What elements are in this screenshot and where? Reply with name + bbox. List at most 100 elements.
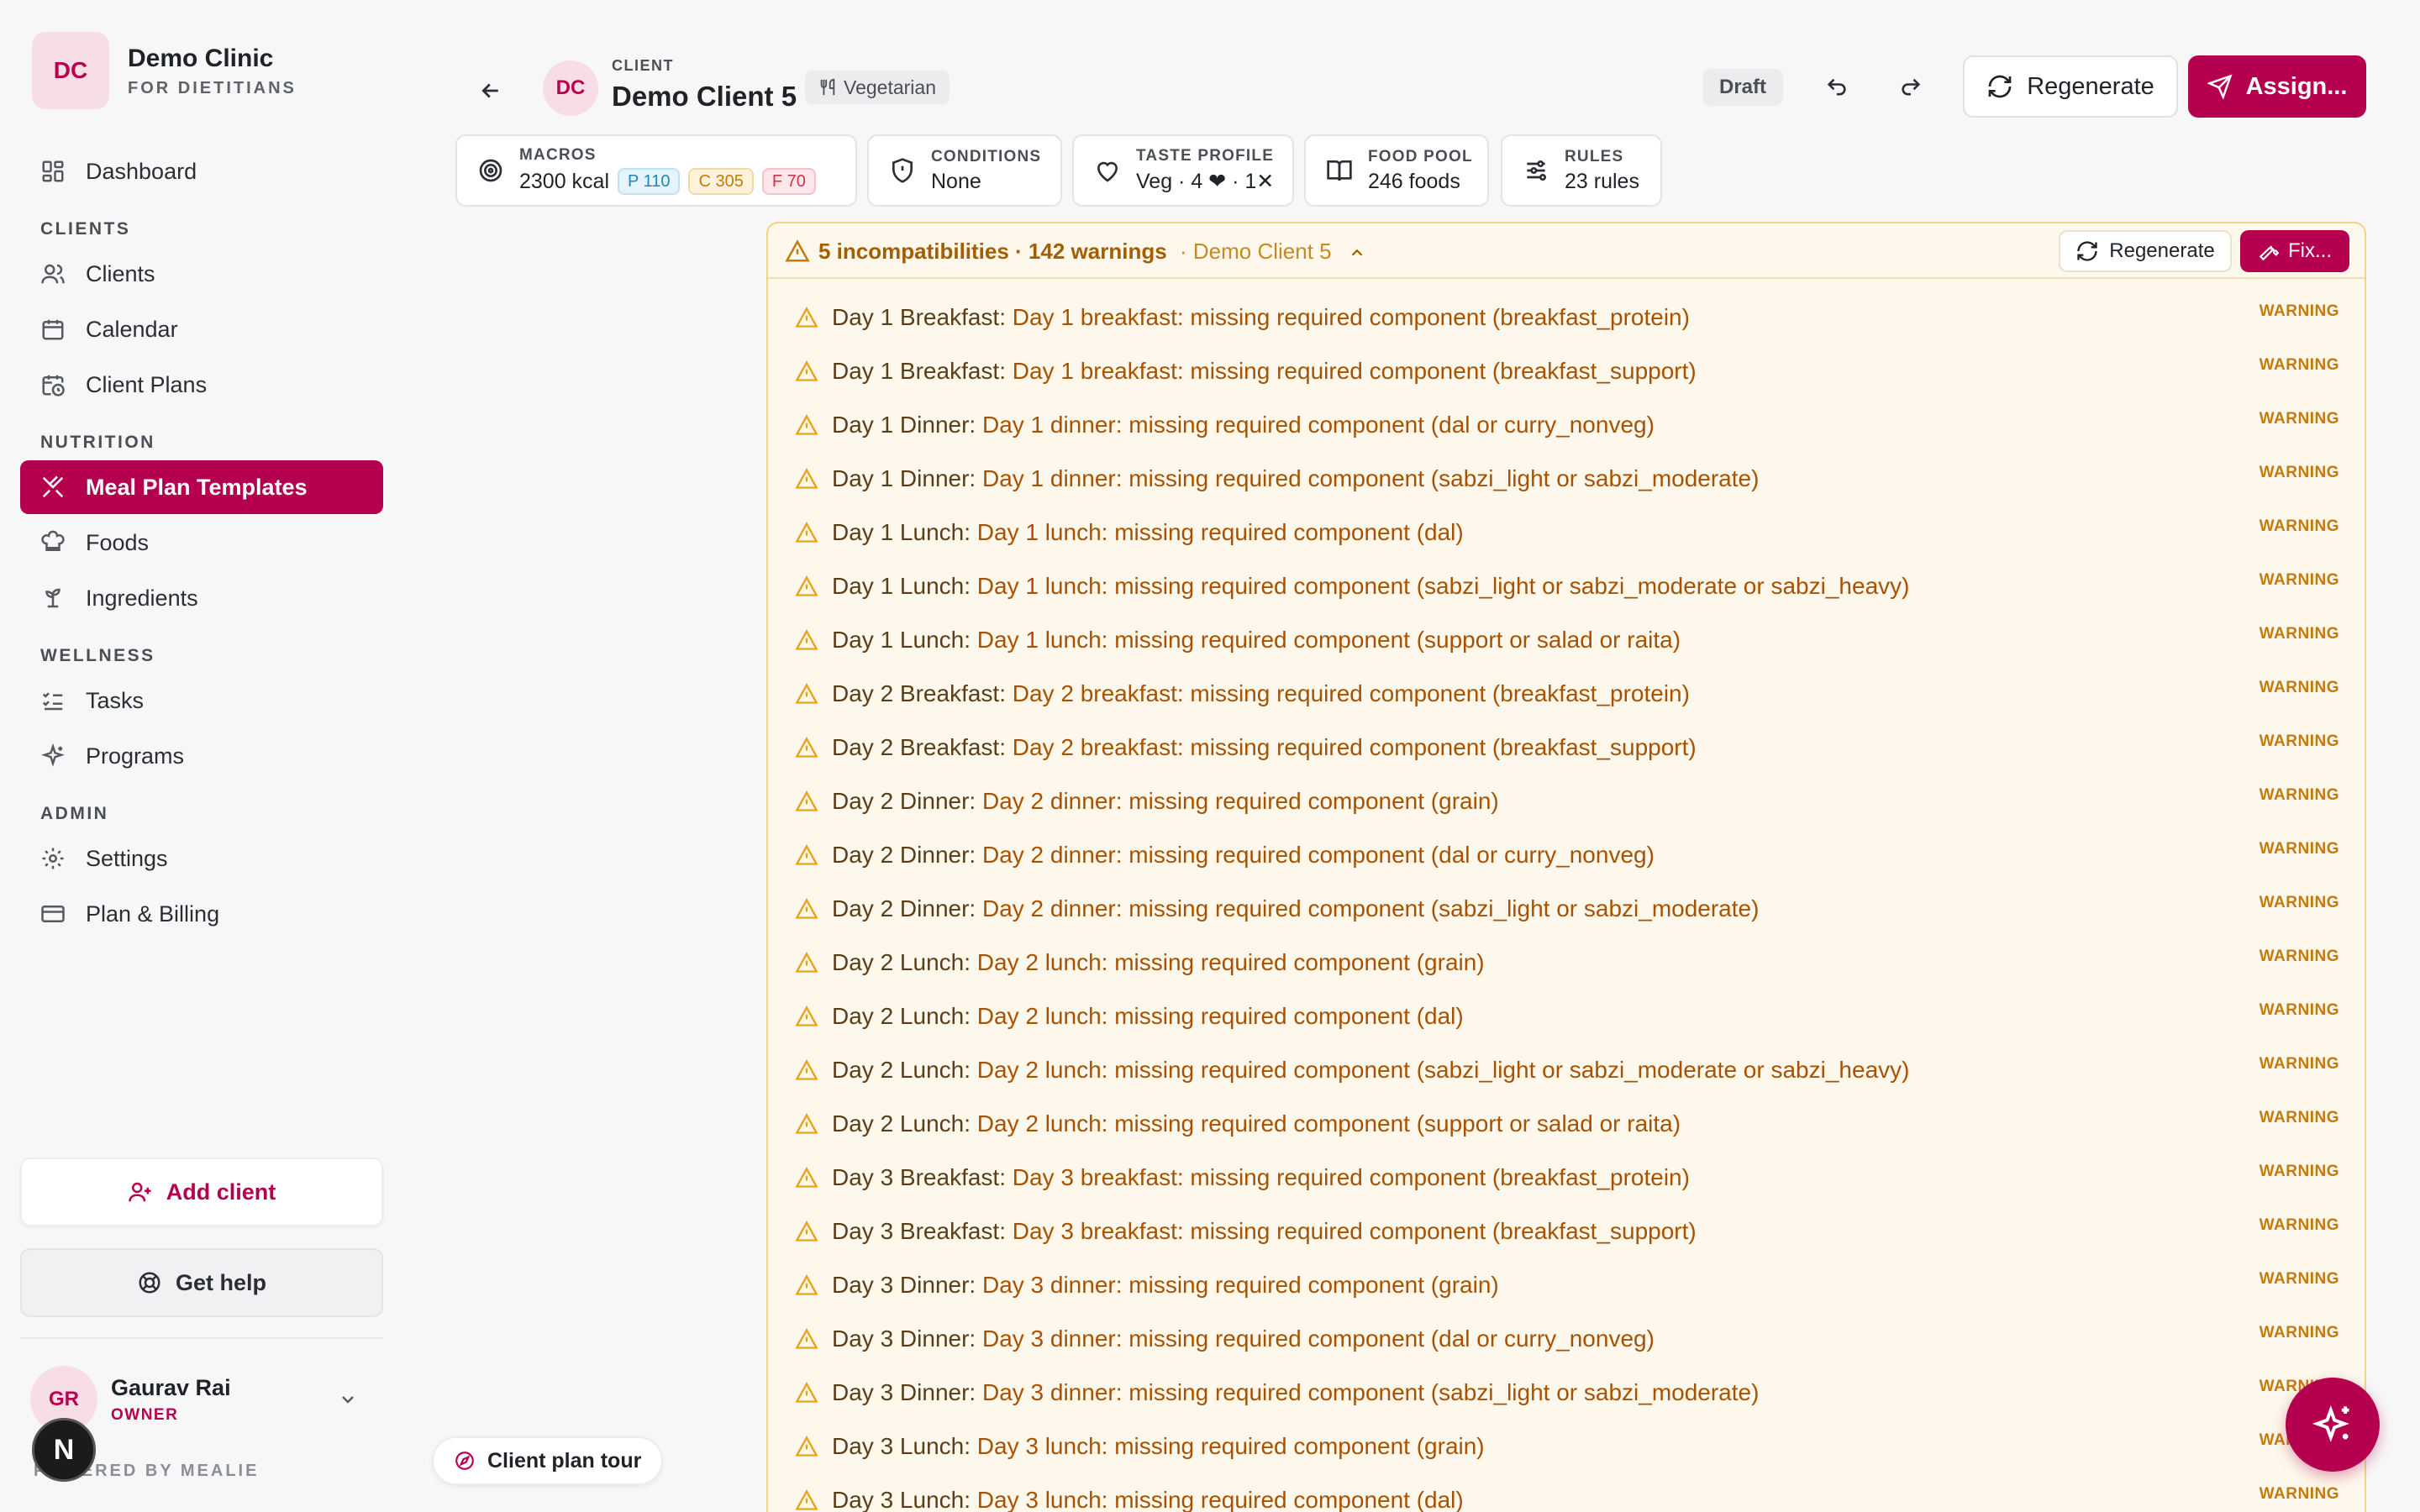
nav-section-clients: CLIENTS — [40, 219, 131, 239]
warning-message: Day 3 breakfast: missing required compon… — [1012, 1218, 1697, 1244]
warnings-panel-header[interactable]: 5 incompatibilities · 142 warnings · Dem… — [768, 223, 2365, 279]
sidebar-item-client-plans[interactable]: Client Plans — [20, 358, 383, 412]
sidebar-item-label: Plan & Billing — [86, 900, 220, 927]
warning-text: Day 2 Breakfast: Day 2 breakfast: missin… — [832, 680, 1690, 707]
warning-row[interactable]: Day 2 Lunch: Day 2 lunch: missing requir… — [768, 939, 2365, 993]
warning-row[interactable]: Day 1 Dinner: Day 1 dinner: missing requ… — [768, 455, 2365, 509]
warning-text: Day 1 Dinner: Day 1 dinner: missing requ… — [832, 465, 1759, 492]
macros-card[interactable]: MACROS 2300 kcal P 110 C 305 F 70 — [455, 134, 857, 207]
warning-row[interactable]: Day 2 Lunch: Day 2 lunch: missing requir… — [768, 1100, 2365, 1154]
chevron-up-icon[interactable] — [1348, 244, 1366, 262]
sidebar-item-meal-plan-templates[interactable]: Meal Plan Templates — [20, 460, 383, 514]
warning-row[interactable]: Day 1 Lunch: Day 1 lunch: missing requir… — [768, 617, 2365, 670]
get-help-label: Get help — [175, 1269, 266, 1295]
warning-row[interactable]: Day 2 Breakfast: Day 2 breakfast: missin… — [768, 670, 2365, 724]
client-plan-tour-button[interactable]: Client plan tour — [432, 1436, 664, 1485]
warning-message: Day 2 lunch: missing required component … — [976, 1003, 1464, 1029]
sidebar-item-tasks[interactable]: Tasks — [20, 674, 383, 727]
alert-triangle-icon — [795, 522, 818, 543]
warning-message: Day 2 lunch: missing required component … — [976, 1057, 1910, 1083]
sidebar-item-label: Foods — [86, 529, 150, 555]
warning-level-badge: WARNING — [2259, 679, 2339, 696]
conditions-card[interactable]: CONDITIONS None — [867, 134, 1062, 207]
warning-meal: Day 3 Lunch: — [832, 1433, 971, 1459]
warning-message: Day 1 dinner: missing required component… — [981, 465, 1760, 491]
alert-triangle-icon — [795, 1274, 818, 1295]
sidebar-item-plan-billing[interactable]: Plan & Billing — [20, 887, 383, 941]
fix-button[interactable]: Fix... — [2240, 230, 2349, 272]
chevron-down-icon[interactable] — [338, 1389, 358, 1410]
refresh-icon — [1988, 75, 2012, 98]
warning-meal: Day 2 Lunch: — [832, 1110, 971, 1137]
warning-meal: Day 3 Breakfast: — [832, 1164, 1006, 1190]
user-menu[interactable]: GR Gaurav Rai OWNER — [30, 1366, 383, 1433]
warning-level-badge: WARNING — [2259, 840, 2339, 858]
warning-level-badge: WARNING — [2259, 356, 2339, 374]
alert-triangle-icon — [795, 844, 818, 865]
conditions-value: None — [931, 169, 981, 193]
sidebar-item-foods[interactable]: Foods — [20, 516, 383, 570]
dev-tools-badge[interactable]: N — [32, 1418, 96, 1482]
alert-triangle-icon — [795, 1382, 818, 1403]
warning-row[interactable]: Day 3 Lunch: Day 3 lunch: missing requir… — [768, 1423, 2365, 1477]
warning-row[interactable]: Day 2 Lunch: Day 2 lunch: missing requir… — [768, 1047, 2365, 1100]
warning-row[interactable]: Day 3 Breakfast: Day 3 breakfast: missin… — [768, 1208, 2365, 1262]
get-help-button[interactable]: Get help — [20, 1248, 383, 1317]
warning-row[interactable]: Day 3 Lunch: Day 3 lunch: missing requir… — [768, 1477, 2365, 1512]
warning-message: Day 2 dinner: missing required component… — [981, 895, 1760, 921]
tour-label: Client plan tour — [487, 1448, 642, 1473]
rules-card[interactable]: RULES 23 rules — [1501, 134, 1662, 207]
warning-row[interactable]: Day 1 Lunch: Day 1 lunch: missing requir… — [768, 509, 2365, 563]
diet-badge-label: Vegetarian — [844, 76, 936, 98]
warning-text: Day 1 Lunch: Day 1 lunch: missing requir… — [832, 627, 1681, 654]
panel-regenerate-button[interactable]: Regenerate — [2059, 230, 2232, 272]
sidebar-item-label: Calendar — [86, 316, 178, 342]
warning-level-badge: WARNING — [2259, 1001, 2339, 1019]
alert-triangle-icon — [795, 790, 818, 811]
warning-message: Day 2 breakfast: missing required compon… — [1012, 734, 1697, 760]
warning-row[interactable]: Day 2 Dinner: Day 2 dinner: missing requ… — [768, 778, 2365, 832]
warning-meal: Day 3 Dinner: — [832, 1379, 976, 1405]
sidebar-item-label: Client Plans — [86, 371, 208, 397]
warning-row[interactable]: Day 3 Dinner: Day 3 dinner: missing requ… — [768, 1369, 2365, 1423]
macros-kcal: 2300 kcal — [519, 169, 610, 193]
alert-triangle-icon — [795, 629, 818, 650]
warning-row[interactable]: Day 1 Lunch: Day 1 lunch: missing requir… — [768, 563, 2365, 617]
ai-assistant-button[interactable] — [2286, 1378, 2380, 1472]
warning-row[interactable]: Day 2 Dinner: Day 2 dinner: missing requ… — [768, 832, 2365, 885]
warning-row[interactable]: Day 1 Breakfast: Day 1 breakfast: missin… — [768, 294, 2365, 348]
brand-subtitle: FOR DIETITIANS — [128, 78, 297, 97]
warning-message: Day 1 lunch: missing required component … — [976, 627, 1681, 653]
sidebar-item-calendar[interactable]: Calendar — [20, 302, 383, 356]
sidebar-item-clients[interactable]: Clients — [20, 247, 383, 301]
warning-row[interactable]: Day 1 Dinner: Day 1 dinner: missing requ… — [768, 402, 2365, 455]
warning-meal: Day 2 Lunch: — [832, 1057, 971, 1083]
sidebar-item-ingredients[interactable]: Ingredients — [20, 571, 383, 625]
warning-meal: Day 1 Breakfast: — [832, 358, 1006, 384]
sidebar-item-dashboard[interactable]: Dashboard — [20, 144, 383, 198]
warning-row[interactable]: Day 2 Lunch: Day 2 lunch: missing requir… — [768, 993, 2365, 1047]
warning-row[interactable]: Day 2 Breakfast: Day 2 breakfast: missin… — [768, 724, 2365, 778]
sidebar-item-programs[interactable]: Programs — [20, 729, 383, 783]
food-pool-card[interactable]: FOOD POOL 246 foods — [1304, 134, 1489, 207]
warning-message: Day 3 breakfast: missing required compon… — [1012, 1164, 1690, 1190]
taste-profile-card[interactable]: TASTE PROFILE Veg · 4 ❤ · 1✕ — [1072, 134, 1294, 207]
warning-row[interactable]: Day 3 Dinner: Day 3 dinner: missing requ… — [768, 1315, 2365, 1369]
warning-row[interactable]: Day 3 Dinner: Day 3 dinner: missing requ… — [768, 1262, 2365, 1315]
warning-row[interactable]: Day 1 Breakfast: Day 1 breakfast: missin… — [768, 348, 2365, 402]
redo-button[interactable] — [1891, 67, 1931, 108]
brand[interactable]: DC Demo Clinic FOR DIETITIANS — [32, 32, 297, 109]
alert-triangle-icon — [795, 414, 818, 435]
sidebar-divider — [20, 1337, 383, 1339]
warning-row[interactable]: Day 2 Dinner: Day 2 dinner: missing requ… — [768, 885, 2365, 939]
alert-triangle-icon — [795, 1489, 818, 1510]
regenerate-button[interactable]: Regenerate — [1963, 55, 2178, 118]
add-client-button[interactable]: Add client — [20, 1158, 383, 1226]
warning-row[interactable]: Day 3 Breakfast: Day 3 breakfast: missin… — [768, 1154, 2365, 1208]
warning-meal: Day 2 Breakfast: — [832, 680, 1006, 706]
undo-button[interactable] — [1817, 67, 1857, 108]
warning-level-badge: WARNING — [2259, 948, 2339, 965]
assign-button[interactable]: Assign... — [2188, 55, 2366, 118]
back-button[interactable] — [471, 71, 511, 111]
sidebar-item-settings[interactable]: Settings — [20, 832, 383, 885]
